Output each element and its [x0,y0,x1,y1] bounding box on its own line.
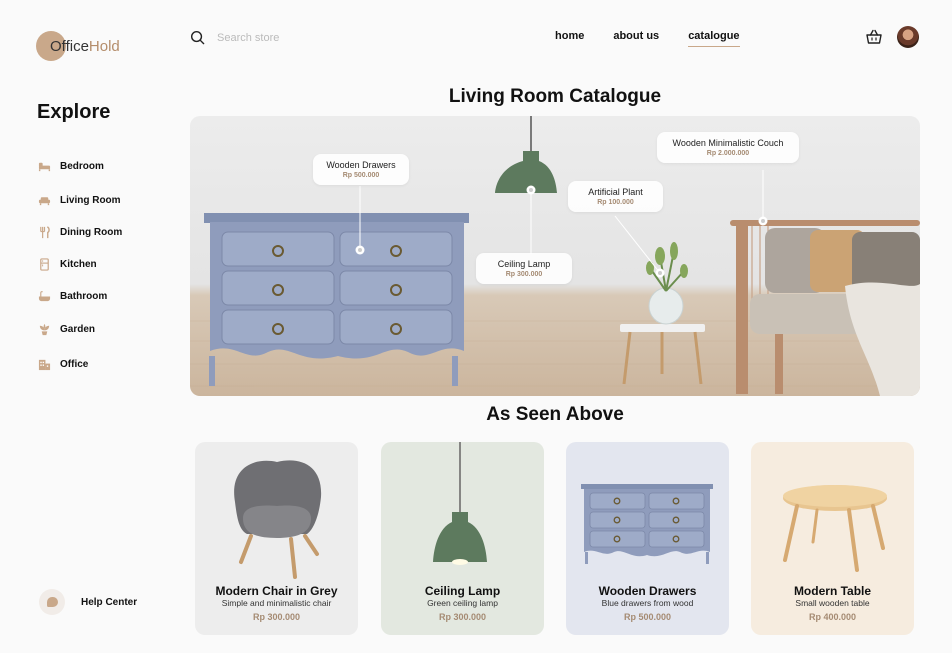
sofa-icon [38,197,51,206]
sidebar-item-label: Living Room [60,195,121,206]
logo[interactable]: OfficeHold [36,31,120,61]
help-center-link[interactable]: Help Center [39,589,137,615]
hotspot-tag[interactable]: Ceiling Lamp Rp 300.000 [476,253,572,284]
page-title: Living Room Catalogue [448,86,662,107]
sidebar-item-kitchen[interactable]: Kitchen [38,258,97,271]
hotspot-name: Wooden Minimalistic Couch [672,138,784,148]
chair-illustration [234,460,322,579]
product-price: Rp 300.000 [252,612,301,622]
sidebar-item-label: Dining Room [60,227,123,238]
hotspot-price: Rp 2.000.000 [706,150,750,157]
product-description: Simple and minimalistic chair [221,598,332,608]
sidebar-item-label: Kitchen [60,259,97,270]
drawers-illustration [581,484,713,564]
sidebar-item-living-room[interactable]: Living Room [38,194,121,207]
section-title: As Seen Above [486,404,624,425]
lamp-illustration [495,151,557,193]
search-input[interactable] [217,31,337,44]
sidebar-item-label: Office [60,359,89,370]
couch-illustration [730,220,920,396]
hero-banner: Wooden Drawers Rp 500.000 Ceiling Lamp R… [190,116,920,396]
nav-about-us[interactable]: about us [613,30,659,47]
product-price: Rp 400.000 [808,612,857,622]
cutlery-icon [40,226,50,239]
logo-text-part2: Hold [88,37,120,55]
hotspot-name: Artificial Plant [588,187,643,197]
sidebar-heading: Explore [37,101,111,123]
fridge-icon [40,258,49,271]
sidebar-item-garden[interactable]: Garden [38,323,95,336]
chat-icon [39,589,65,615]
bathtub-icon [38,291,51,302]
top-nav: home about us catalogue [555,30,740,47]
hotspot-price: Rp 100.000 [597,199,634,206]
help-center-label: Help Center [81,596,138,608]
nav-home[interactable]: home [555,30,584,47]
sidebar-item-dining-room[interactable]: Dining Room [38,226,122,239]
product-card[interactable]: Wooden Drawers Blue drawers from wood Rp… [566,442,729,635]
building-icon [38,359,51,371]
hotspot-tag[interactable]: Artificial Plant Rp 100.000 [568,181,663,212]
product-card[interactable]: Ceiling Lamp Green ceiling lamp Rp 300.0… [381,442,544,635]
product-name: Wooden Drawers [598,584,697,598]
table-illustration [783,485,887,572]
product-description: Small wooden table [795,598,870,608]
product-name: Modern Chair in Grey [215,584,338,598]
sidebar-item-label: Garden [60,324,96,335]
plant-icon [39,323,50,336]
hotspot-name: Wooden Drawers [326,160,396,170]
product-card[interactable]: Modern Chair in Grey Simple and minimali… [195,442,358,635]
product-card[interactable]: Modern Table Small wooden table Rp 400.0… [751,442,914,635]
lamp-illustration [433,442,487,565]
hotspot-price: Rp 500.000 [342,172,380,179]
bed-icon [38,162,51,172]
dresser-illustration [204,213,469,386]
search-icon[interactable] [190,30,205,45]
avatar[interactable] [897,26,919,48]
hotspot-name: Ceiling Lamp [497,259,551,269]
sidebar-item-office[interactable]: Office [38,358,88,371]
sidebar-item-bathroom[interactable]: Bathroom [38,290,107,303]
product-description: Blue drawers from wood [601,598,694,608]
sidebar-item-label: Bedroom [60,161,104,172]
hotspot-tag[interactable]: Wooden Drawers Rp 500.000 [313,154,409,185]
product-name: Ceiling Lamp [424,584,501,598]
hotspot-tag[interactable]: Wooden Minimalistic Couch Rp 2.000.000 [657,132,799,163]
logo-text-part1: Office [50,37,89,55]
product-name: Modern Table [793,584,872,598]
product-description: Green ceiling lamp [427,598,498,608]
product-price: Rp 500.000 [623,612,672,622]
product-price: Rp 300.000 [438,612,487,622]
search-bar [190,30,337,45]
sidebar-item-bedroom[interactable]: Bedroom [38,160,104,173]
basket-icon[interactable] [865,28,883,46]
hotspot-price: Rp 300.000 [505,271,543,278]
logo-text: OfficeHold [50,38,120,55]
sidebar-item-label: Bathroom [60,291,108,302]
nav-catalogue[interactable]: catalogue [688,30,740,47]
